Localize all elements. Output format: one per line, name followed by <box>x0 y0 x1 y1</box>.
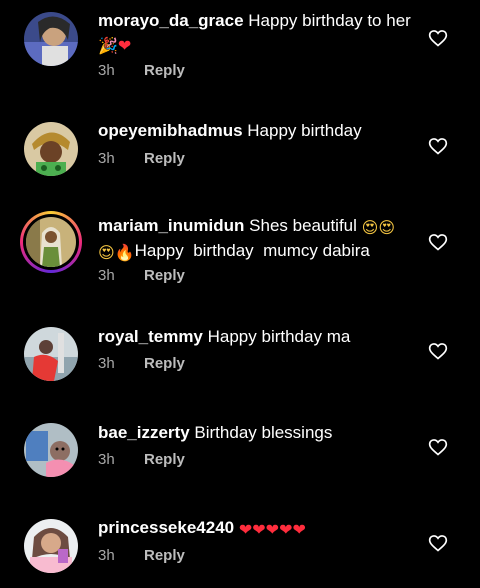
comment-username[interactable]: mariam_inumidun <box>98 216 244 235</box>
comment-meta: 3h Reply <box>98 355 185 372</box>
red-heart-icon: ❤ <box>117 36 132 55</box>
comment-username[interactable]: bae_izzerty <box>98 423 190 442</box>
heart-outline-icon[interactable] <box>428 136 448 156</box>
comment-text: morayo_da_grace Happy birthday to her 🎉❤ <box>98 9 418 57</box>
comment-time: 3h <box>98 451 115 468</box>
red-heart-icon: ❤ <box>279 520 293 539</box>
comment-text: princesseke4240 ❤❤❤❤❤ <box>98 516 418 541</box>
reply-button[interactable]: Reply <box>144 355 185 372</box>
comment-text: opeyemibhadmus Happy birthday <box>98 119 418 142</box>
comment-text: royal_temmy Happy birthday ma <box>98 325 418 348</box>
heart-eyes-icon: 😍 <box>361 218 379 237</box>
red-heart-icon: ❤ <box>238 520 253 539</box>
comment-message: Birthday blessings <box>194 423 333 442</box>
avatar[interactable] <box>24 122 78 176</box>
reply-button[interactable]: Reply <box>144 451 185 468</box>
comment-username[interactable]: opeyemibhadmus <box>98 121 243 140</box>
heart-outline-icon[interactable] <box>428 28 448 48</box>
comment-time: 3h <box>98 62 115 79</box>
comment-message: Happy birthday ma <box>207 327 351 346</box>
comment-time: 3h <box>98 150 115 167</box>
fire-icon: 🔥 <box>114 243 135 262</box>
comment-username[interactable]: royal_temmy <box>98 327 203 346</box>
reply-button[interactable]: Reply <box>144 150 185 167</box>
comment-username[interactable]: morayo_da_grace <box>98 11 244 30</box>
reply-button[interactable]: Reply <box>144 547 185 564</box>
comment-meta: 3h Reply <box>98 62 185 79</box>
comment-time: 3h <box>98 547 115 564</box>
reply-button[interactable]: Reply <box>144 62 185 79</box>
comment-meta: 3h Reply <box>98 547 185 564</box>
reply-button[interactable]: Reply <box>144 267 185 284</box>
heart-eyes-icon: 😍 <box>98 243 115 262</box>
red-heart-icon: ❤ <box>292 520 306 539</box>
comment-meta: 3h Reply <box>98 150 185 167</box>
heart-outline-icon[interactable] <box>428 341 448 361</box>
avatar[interactable] <box>24 423 78 477</box>
red-heart-icon: ❤ <box>252 520 266 539</box>
avatar[interactable] <box>24 327 78 381</box>
avatar-story-ring[interactable] <box>20 211 82 273</box>
party-popper-icon: 🎉 <box>98 36 118 55</box>
avatar[interactable] <box>24 12 78 66</box>
comment-message-part2: Happy birthday mumcy dabira <box>134 241 370 260</box>
comment-time: 3h <box>98 355 115 372</box>
comment-text: mariam_inumidun Shes beautiful 😍😍 😍🔥Happ… <box>98 214 418 264</box>
comment-meta: 3h Reply <box>98 451 185 468</box>
comment-message: Happy birthday <box>247 121 362 140</box>
heart-outline-icon[interactable] <box>428 533 448 553</box>
heart-eyes-icon: 😍 <box>378 218 396 237</box>
comment-time: 3h <box>98 267 115 284</box>
avatar[interactable] <box>24 519 78 573</box>
comment-message: Happy birthday to her <box>248 11 411 30</box>
comment-username[interactable]: princesseke4240 <box>98 518 234 537</box>
comment-meta: 3h Reply <box>98 267 185 284</box>
heart-outline-icon[interactable] <box>428 232 448 252</box>
comment-message-part1: Shes beautiful <box>249 216 357 235</box>
comment-text: bae_izzerty Birthday blessings <box>98 421 418 444</box>
red-heart-icon: ❤ <box>265 520 280 539</box>
heart-outline-icon[interactable] <box>428 437 448 457</box>
